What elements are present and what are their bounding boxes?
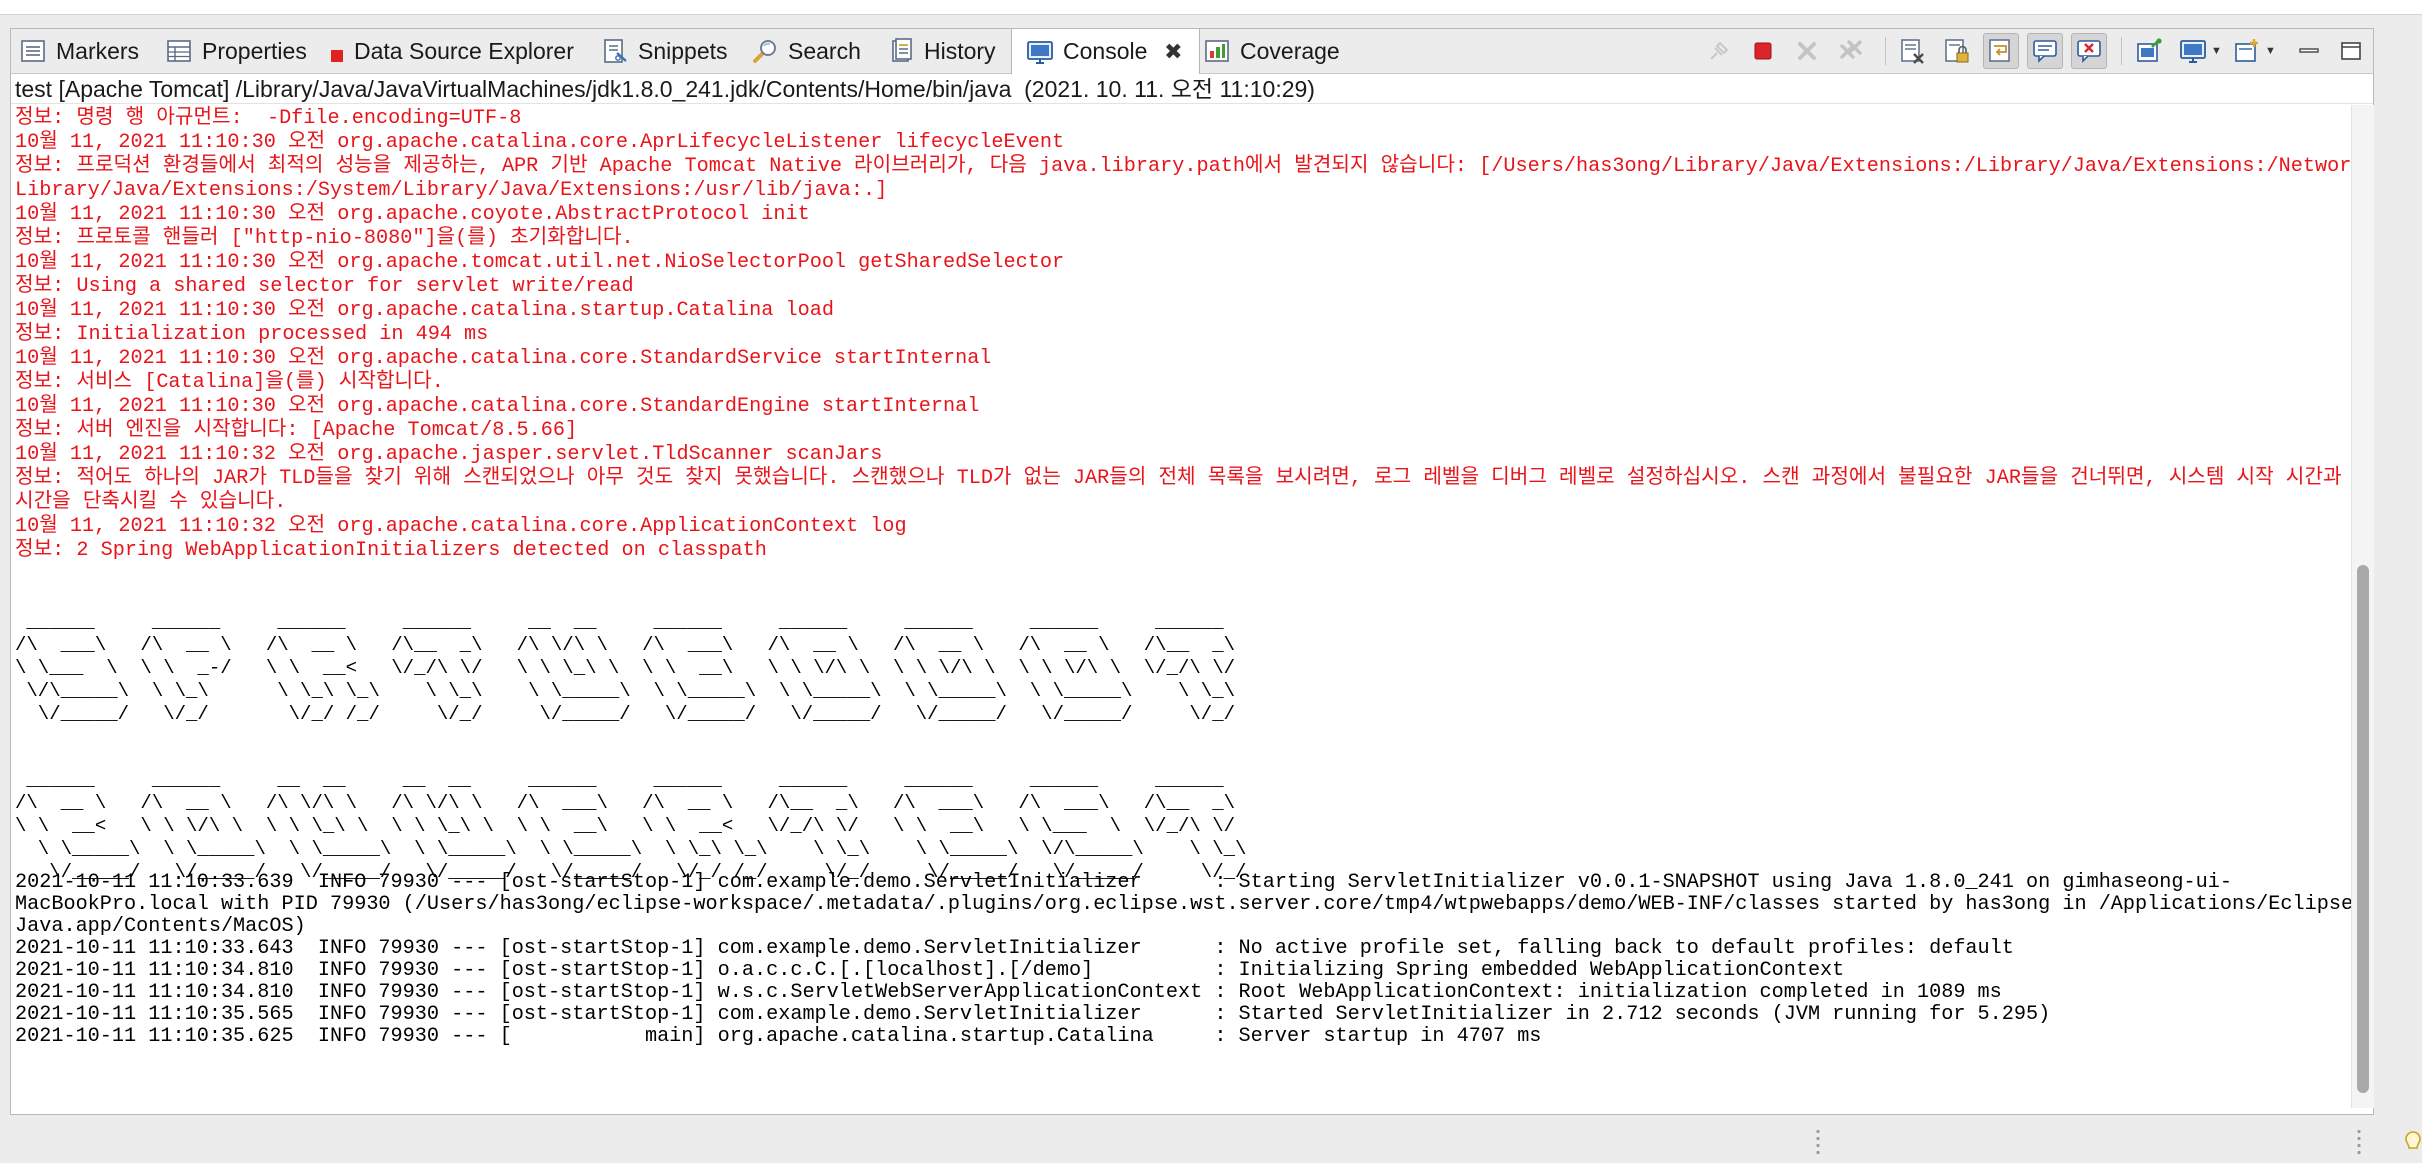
tab-data-source-explorer[interactable]: Data Source Explorer [329, 29, 574, 73]
console-output[interactable]: 정보: 명령 행 아규먼트: -Dfile.encoding=UTF-8 10월 … [11, 105, 2351, 1108]
log-line: 2021-10-11 11:10:34.810 INFO 79930 --- [… [15, 981, 2002, 1004]
log-line: 10월 11, 2021 11:10:30 오전 org.apache.tomc… [15, 251, 1065, 274]
scroll-lock-icon[interactable] [1939, 33, 1975, 69]
view-tab-bar: Markers Properties Data Source Explorer … [11, 29, 2373, 74]
tab-properties[interactable]: Properties [165, 29, 307, 73]
console-icon [1026, 38, 1054, 66]
tab-markers[interactable]: Markers [19, 29, 139, 73]
spring-boot-banner-line-2: ______ ______ __ __ __ __ ______ ______ … [15, 769, 1247, 883]
tab-label: Coverage [1240, 37, 1340, 64]
log-line: 정보: Initialization processed in 494 ms [15, 323, 489, 346]
tab-search[interactable]: Search [751, 29, 861, 73]
log-line: 10월 11, 2021 11:10:30 오전 org.apache.cata… [15, 131, 1065, 154]
log-line: 10월 11, 2021 11:10:30 오전 org.apache.cata… [15, 347, 992, 370]
maximize-icon[interactable] [2333, 33, 2369, 69]
toolbar-separator [2121, 37, 2122, 65]
pin-console-icon[interactable] [1701, 33, 1737, 69]
history-icon [887, 37, 915, 65]
log-line: 10월 11, 2021 11:10:30 오전 org.apache.cata… [15, 299, 834, 322]
tab-label: Console [1063, 38, 1148, 64]
log-line: 2021-10-11 11:10:35.625 INFO 79930 --- [… [15, 1025, 1542, 1048]
show-on-stderr-icon[interactable] [2071, 33, 2107, 69]
log-line: 10월 11, 2021 11:10:30 오전 org.apache.coyo… [15, 203, 810, 226]
log-line: 2021-10-11 11:10:33.639 INFO 79930 --- [… [15, 871, 2232, 894]
tab-console[interactable]: Console ✖︎ [1011, 29, 1201, 74]
chevron-down-icon[interactable]: ▼ [2211, 33, 2225, 69]
log-line: 10월 11, 2021 11:10:32 오전 org.apache.cata… [15, 515, 907, 538]
log-line: 10월 11, 2021 11:10:32 오전 org.apache.jasp… [15, 443, 883, 466]
terminate-icon[interactable] [1745, 33, 1781, 69]
log-line: 10월 11, 2021 11:10:30 오전 org.apache.cata… [15, 395, 980, 418]
log-line: 2021-10-11 11:10:33.643 INFO 79930 --- [… [15, 937, 2014, 960]
lightbulb-icon [2404, 1128, 2422, 1158]
scrollbar-thumb[interactable] [2357, 565, 2369, 1093]
tab-label: Markers [56, 37, 140, 64]
resize-handle[interactable] [2356, 1128, 2362, 1156]
tab-coverage[interactable]: Coverage [1203, 29, 1340, 73]
coverage-icon [1203, 37, 1231, 65]
top-strip [0, 0, 2422, 15]
log-line: 정보: 2 Spring WebApplicationInitializers … [15, 539, 767, 562]
close-tab-icon[interactable]: ✖︎ [1161, 39, 1185, 64]
tab-history[interactable]: History [887, 29, 996, 73]
console-view: Markers Properties Data Source Explorer … [10, 28, 2374, 1115]
snippets-icon [601, 37, 629, 65]
vertical-scrollbar[interactable] [2351, 105, 2374, 1108]
tab-label: Snippets [638, 37, 728, 64]
tab-label: Search [788, 37, 861, 64]
markers-icon [19, 37, 47, 65]
display-selected-console-icon[interactable] [2175, 33, 2211, 69]
resize-handle[interactable] [1815, 1128, 1821, 1156]
word-wrap-icon[interactable] [1983, 33, 2019, 69]
log-line: 정보: 프로덕션 환경들에서 최적의 성능을 제공하는, APR 기반 Apac… [15, 155, 2351, 178]
spring-boot-banner-line-1: ______ ______ ______ ______ __ __ ______… [15, 611, 1235, 725]
log-line: 정보: 프로토콜 핸들러 ["http-nio-8080"]을(를) 초기화합니… [15, 227, 634, 250]
log-line: 정보: 명령 행 아규먼트: -Dfile.encoding=UTF-8 [15, 107, 522, 130]
properties-icon [165, 37, 193, 65]
pin-icon[interactable] [2131, 33, 2167, 69]
log-line: MacBookPro.local with PID 79930 (/Users/… [15, 893, 2351, 916]
toolbar-separator [1885, 37, 1886, 65]
tab-label: Properties [202, 37, 307, 64]
clear-console-icon[interactable] [1895, 33, 1931, 69]
show-on-stdout-icon[interactable] [2027, 33, 2063, 69]
chevron-down-icon[interactable]: ▼ [2265, 33, 2279, 69]
tab-label: History [924, 37, 996, 64]
data-source-explorer-icon [329, 43, 345, 62]
log-line: 정보: 서버 엔진을 시작합니다: [Apache Tomcat/8.5.66] [15, 419, 578, 442]
tab-label: Data Source Explorer [354, 37, 574, 64]
log-line: 2021-10-11 11:10:35.565 INFO 79930 --- [… [15, 1003, 2051, 1026]
log-line: 시간을 단축시킬 수 있습니다. [15, 491, 287, 514]
log-line: 2021-10-11 11:10:34.810 INFO 79930 --- [… [15, 959, 1845, 982]
process-description: test [Apache Tomcat] /Library/Java/JavaV… [11, 74, 2373, 104]
log-line: Library/Java/Extensions:/System/Library/… [15, 179, 888, 202]
log-line: 정보: Using a shared selector for servlet … [15, 275, 634, 298]
log-line: Java.app/Contents/MacOS) [15, 915, 306, 938]
tab-snippets[interactable]: Snippets [601, 29, 728, 73]
log-line: 정보: 적어도 하나의 JAR가 TLD들을 찾기 위해 스캔되었으나 아무 것… [15, 467, 2351, 490]
remove-all-terminated-icon[interactable] [1833, 33, 1869, 69]
open-console-icon[interactable] [2229, 33, 2265, 69]
remove-launch-icon[interactable] [1789, 33, 1825, 69]
minimize-icon[interactable] [2291, 33, 2327, 69]
search-icon [751, 37, 779, 65]
log-line: 정보: 서비스 [Catalina]을(를) 시작합니다. [15, 371, 444, 394]
